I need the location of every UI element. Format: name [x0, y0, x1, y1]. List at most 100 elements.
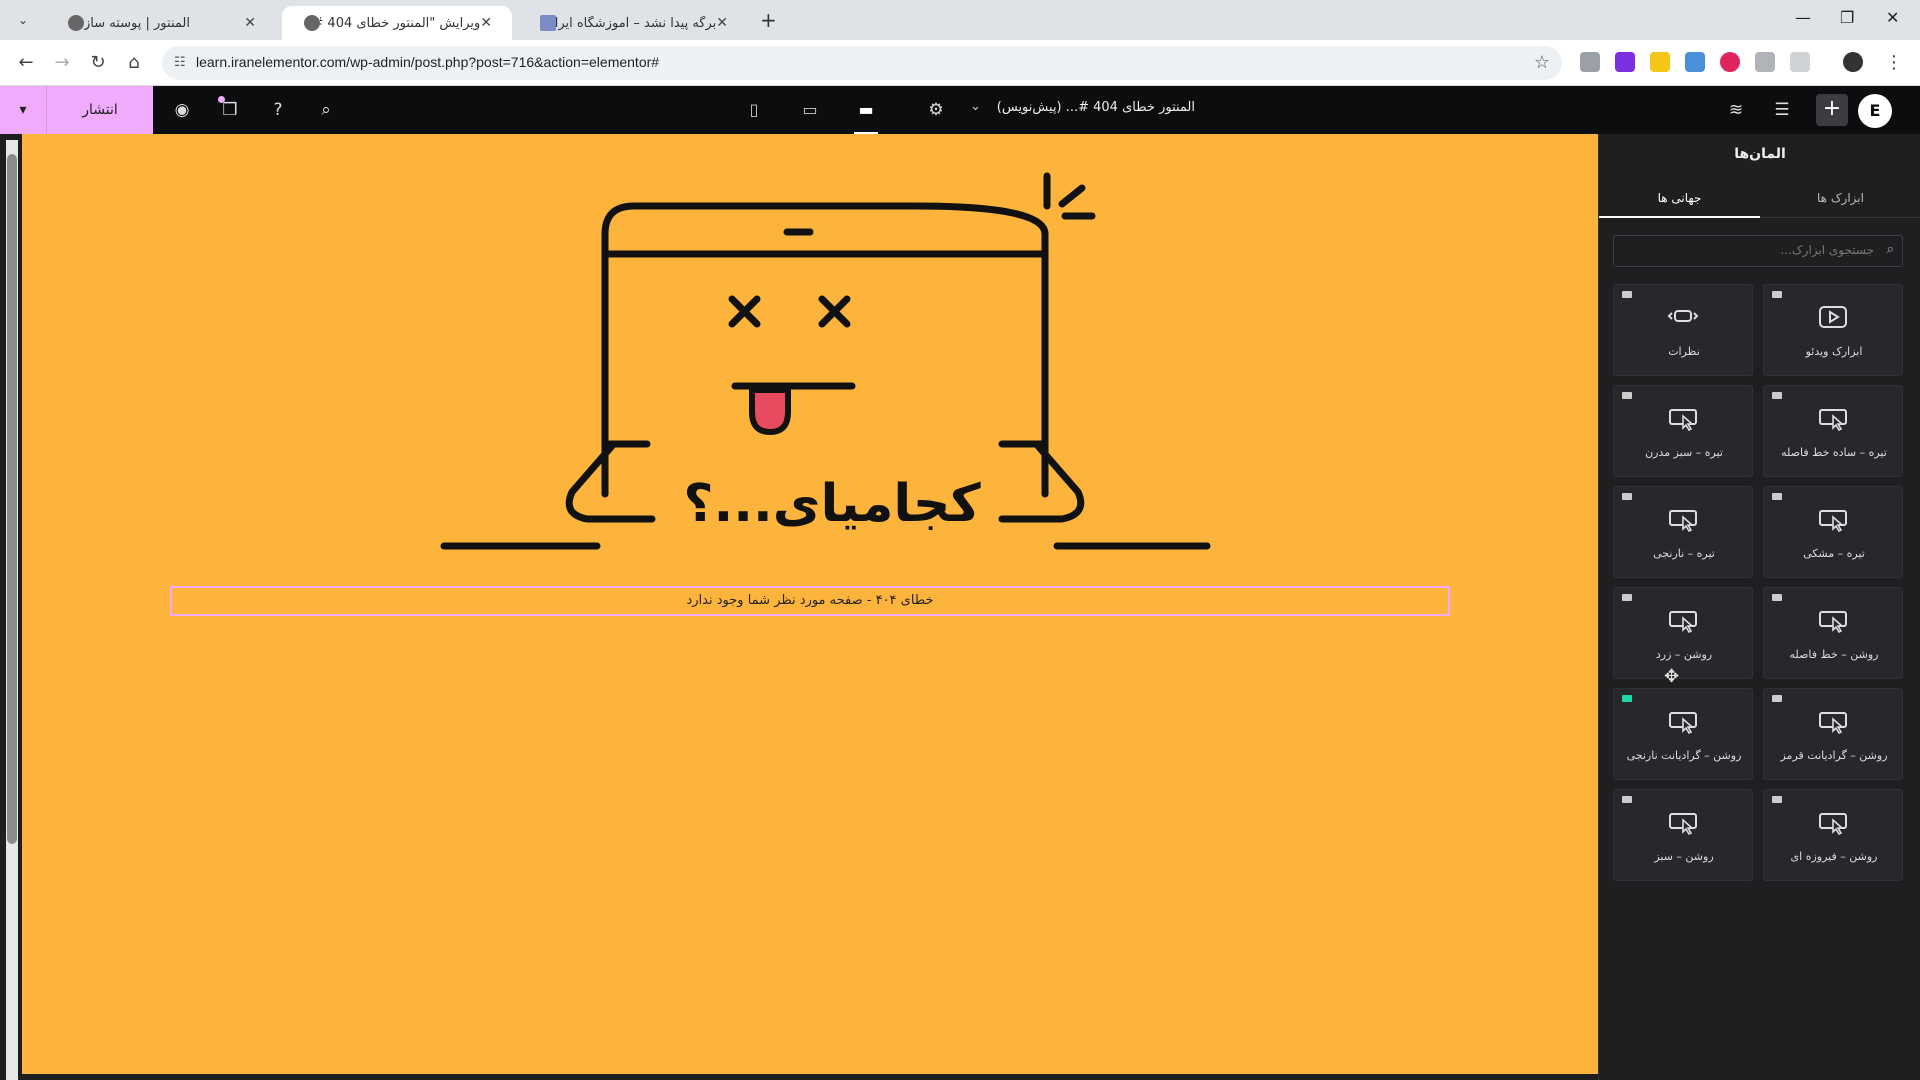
- folder-icon: [1622, 493, 1632, 500]
- folder-icon: [1622, 594, 1632, 601]
- search-icon: ⌕: [1886, 242, 1894, 257]
- tab-globals[interactable]: جهانی ها: [1599, 178, 1760, 218]
- close-icon[interactable]: ✕: [716, 15, 728, 31]
- button-icon: [1669, 611, 1697, 634]
- close-icon[interactable]: ✕: [244, 15, 256, 31]
- tab-widgets[interactable]: ابزارک ها: [1760, 178, 1920, 218]
- widget-card[interactable]: روشن – گرادیانت نارنجی: [1613, 688, 1753, 780]
- extension-icon[interactable]: [1650, 52, 1670, 72]
- reload-icon[interactable]: ↻: [86, 52, 110, 73]
- widget-card-label: روشن – زرد: [1655, 648, 1713, 661]
- forward-icon[interactable]: →: [50, 52, 74, 73]
- elementor-top-bar: ▾ انتشار ◉ ❒ ? ⌕ ▯ ▭ ▬ ⚙ ⌄ المنتور خطای …: [0, 86, 1920, 134]
- tab-title: المنتور | پوسته ساز: [84, 15, 190, 31]
- elementor-logo-icon[interactable]: E: [1858, 94, 1892, 128]
- chevron-down-icon[interactable]: ⌄: [970, 99, 981, 114]
- widget-search-input[interactable]: ⌕ جستجوی ابزارک...: [1613, 235, 1903, 267]
- widget-card[interactable]: نظرات: [1613, 284, 1753, 376]
- widget-card-label: تیره – مشکی: [1803, 547, 1865, 560]
- button-icon: [1669, 813, 1697, 836]
- widget-card[interactable]: روشن – فیروزه ای: [1763, 789, 1903, 881]
- panel-title: المان‌ها: [1734, 146, 1786, 162]
- scrollbar-thumb[interactable]: [7, 154, 17, 844]
- widget-card-label: روشن – فیروزه ای: [1790, 850, 1878, 863]
- widget-card[interactable]: تیره – نارنجی: [1613, 486, 1753, 578]
- widget-card-label: روشن – گرادیانت قرمز: [1780, 749, 1888, 762]
- folder-icon: [1772, 594, 1782, 601]
- browser-tab-active[interactable]: ✕ ویرایش "المنتور خطای 404 #716: [282, 6, 512, 40]
- widget-card[interactable]: تیره – سبز مدرن: [1613, 385, 1753, 477]
- editor-canvas-area: کجامیای...؟ خطای ۴۰۴ - صفحه مورد نظر شما…: [0, 134, 1620, 1080]
- publish-button[interactable]: انتشار: [46, 86, 153, 134]
- browser-tab-bar: ⌄ ✕ المنتور | پوسته ساز ✕ ویرایش "المنتو…: [0, 0, 1920, 40]
- camera-extension-icon[interactable]: [1580, 52, 1600, 72]
- button-icon: [1819, 611, 1847, 634]
- site-settings-icon[interactable]: ☰: [1770, 98, 1794, 122]
- help-icon[interactable]: ?: [266, 98, 290, 122]
- widget-card[interactable]: تیره – ساده خط فاصله: [1763, 385, 1903, 477]
- page-heading[interactable]: کجامیای...؟: [672, 474, 992, 534]
- widget-card[interactable]: روشن – سبز: [1613, 789, 1753, 881]
- button-icon: [1819, 813, 1847, 836]
- bookmark-star-icon[interactable]: ☆: [1534, 52, 1550, 73]
- search-icon[interactable]: ⌕: [314, 98, 338, 122]
- minimize-icon[interactable]: —: [1795, 8, 1811, 27]
- shield-extension-icon[interactable]: [1755, 52, 1775, 72]
- folder-icon: [1622, 796, 1632, 803]
- tablet-device-icon[interactable]: ▭: [798, 98, 822, 122]
- publish-options-chevron-icon[interactable]: ▾: [0, 86, 46, 134]
- tab-title: ویرایش "المنتور خطای 404 #716: [320, 15, 481, 31]
- globe-icon: [68, 15, 84, 31]
- widget-card[interactable]: ابزارک ویدئو: [1763, 284, 1903, 376]
- video-icon: [1819, 306, 1847, 328]
- add-element-button[interactable]: +: [1816, 94, 1848, 126]
- layers-icon[interactable]: ≋: [1724, 98, 1748, 122]
- globe-icon: [304, 15, 320, 31]
- new-tab-button[interactable]: +: [760, 8, 777, 32]
- tab-search-button[interactable]: ⌄: [12, 9, 34, 31]
- widget-card[interactable]: تیره – مشکی: [1763, 486, 1903, 578]
- mobile-device-icon[interactable]: ▯: [742, 98, 766, 122]
- widget-card[interactable]: روشن – گرادیانت قرمز: [1763, 688, 1903, 780]
- avatar[interactable]: [1843, 52, 1863, 72]
- scrollbar[interactable]: [6, 140, 18, 1080]
- extension-icon[interactable]: [1615, 52, 1635, 72]
- folder-icon: [1772, 796, 1782, 803]
- text-editor-widget[interactable]: خطای ۴۰۴ - صفحه مورد نظر شما وجود ندارد: [170, 586, 1450, 616]
- url-field[interactable]: ☷ learn.iranelementor.com/wp-admin/post.…: [162, 46, 1562, 80]
- folder-icon: [1772, 493, 1782, 500]
- close-icon[interactable]: ✕: [480, 15, 492, 31]
- folder-icon: [1772, 392, 1782, 399]
- folder-icon: [1622, 392, 1632, 399]
- settings-gear-icon[interactable]: ⚙: [924, 98, 948, 122]
- notification-dot: [218, 96, 225, 103]
- browser-tab[interactable]: ✕ برگه پیدا نشد – آموزشگاه ایران ال...: [518, 6, 748, 40]
- close-window-icon[interactable]: ✕: [1886, 8, 1899, 27]
- menu-dots-icon[interactable]: ⋮: [1882, 52, 1906, 73]
- search-placeholder: جستجوی ابزارک...: [1780, 243, 1874, 257]
- puzzle-icon[interactable]: [1790, 52, 1810, 72]
- widget-card-label: نظرات: [1668, 345, 1700, 358]
- extension-icon[interactable]: [1685, 52, 1705, 72]
- back-icon[interactable]: ←: [14, 52, 38, 73]
- restore-icon[interactable]: ❐: [1840, 8, 1854, 27]
- site-favicon-icon: [540, 15, 556, 31]
- home-icon[interactable]: ⌂: [122, 52, 146, 73]
- widget-card[interactable]: روشن – زرد: [1613, 587, 1753, 679]
- widget-card[interactable]: روشن – خط فاصله: [1763, 587, 1903, 679]
- button-icon: [1669, 510, 1697, 533]
- browser-tab[interactable]: ✕ المنتور | پوسته ساز: [46, 6, 276, 40]
- widget-card-label: ابزارک ویدئو: [1805, 345, 1863, 358]
- widget-card-label: تیره – ساده خط فاصله: [1781, 446, 1887, 459]
- button-icon: [1819, 712, 1847, 735]
- panel-tabs: ابزارک ها جهانی ها: [1599, 178, 1920, 218]
- extension-icon[interactable]: [1720, 52, 1740, 72]
- preview-eye-icon[interactable]: ◉: [170, 98, 194, 122]
- desktop-device-icon[interactable]: ▬: [854, 98, 878, 134]
- document-title[interactable]: المنتور خطای 404 #... (پیش‌نویس): [995, 100, 1195, 115]
- widget-card-label: تیره – سبز مدرن: [1645, 446, 1723, 459]
- site-info-icon[interactable]: ☷: [174, 55, 186, 70]
- button-icon: [1819, 409, 1847, 432]
- url-text: learn.iranelementor.com/wp-admin/post.ph…: [196, 54, 660, 70]
- page-canvas[interactable]: کجامیای...؟ خطای ۴۰۴ - صفحه مورد نظر شما…: [22, 134, 1620, 1074]
